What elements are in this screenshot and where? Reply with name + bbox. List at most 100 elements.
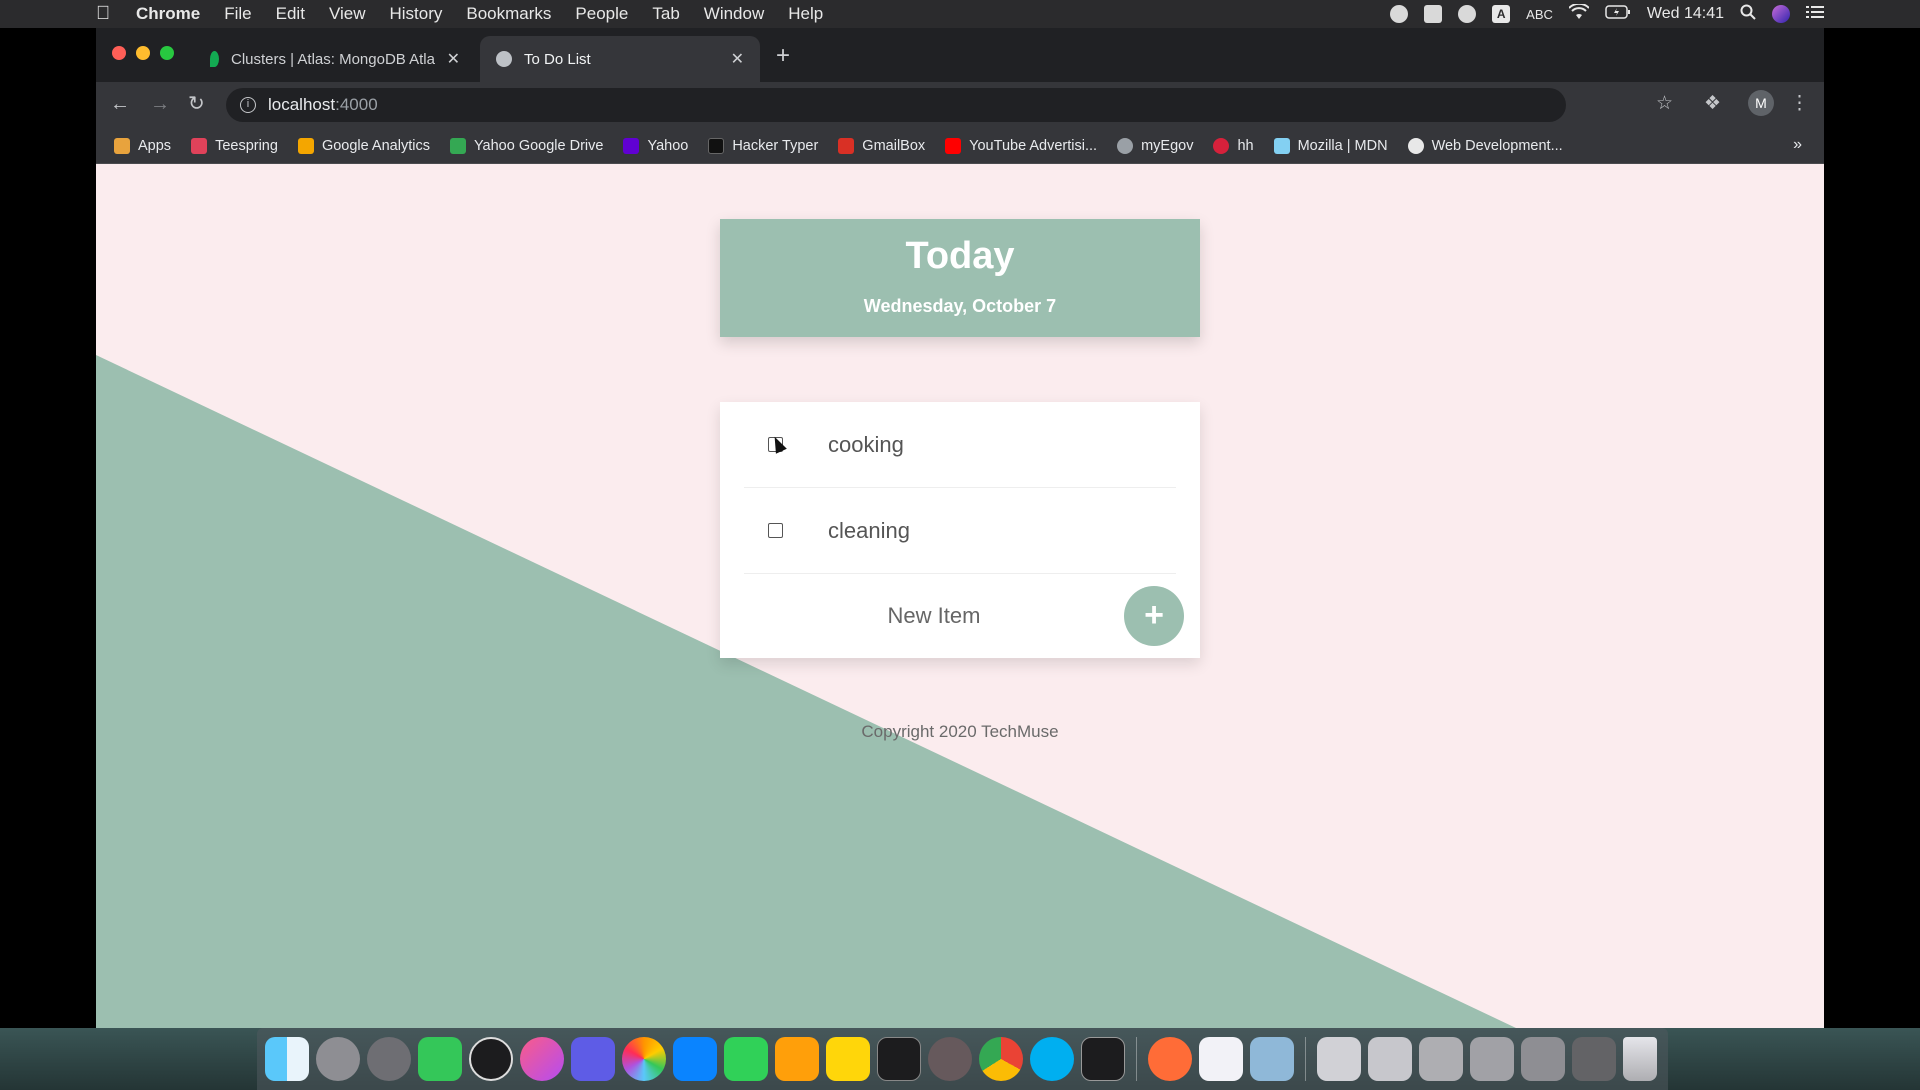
notification-center-icon[interactable]	[1806, 5, 1824, 24]
address-bar[interactable]: i localhost:4000	[226, 88, 1566, 122]
menu-edit[interactable]: Edit	[276, 4, 305, 24]
window-close-button[interactable]	[112, 46, 126, 60]
battery-icon[interactable]	[1605, 4, 1631, 24]
menu-tab[interactable]: Tab	[652, 4, 679, 24]
bookmark-mozilla-mdn[interactable]: Mozilla | MDN	[1273, 137, 1388, 154]
launchpad-icon[interactable]	[316, 1037, 360, 1081]
trash-icon[interactable]	[1623, 1037, 1657, 1081]
spotlight-search-icon[interactable]	[1740, 4, 1756, 25]
tab-mongodb-atlas[interactable]: Clusters | Atlas: MongoDB Atla ✕	[194, 36, 476, 82]
obs-icon[interactable]	[469, 1037, 513, 1081]
obs-status-icon[interactable]	[1390, 5, 1409, 23]
keynote-icon[interactable]	[673, 1037, 717, 1081]
item-checkbox[interactable]	[768, 523, 783, 538]
drive-icon	[449, 137, 466, 154]
item-text: cleaning	[828, 517, 910, 543]
activity-monitor-icon[interactable]	[1081, 1037, 1125, 1081]
tab-close-icon[interactable]: ✕	[447, 49, 460, 69]
tab-close-icon[interactable]: ✕	[731, 49, 744, 69]
bookmark-apps[interactable]: Apps	[114, 137, 172, 154]
bookmark-web-development[interactable]: Web Development...	[1407, 137, 1563, 154]
system-preferences-icon[interactable]	[367, 1037, 411, 1081]
tab-strip: Clusters | Atlas: MongoDB Atla ✕ To Do L…	[96, 28, 1824, 82]
keyboard-input-icon[interactable]: A	[1492, 5, 1511, 23]
window-zoom-button[interactable]	[160, 46, 174, 60]
heading-box: Today Wednesday, October 7	[720, 219, 1200, 337]
desktop-stack-icon[interactable]	[1470, 1037, 1514, 1081]
atom-icon[interactable]	[928, 1037, 972, 1081]
bookmark-youtube-advertising[interactable]: YouTube Advertisi...	[945, 137, 1097, 154]
bookmark-label: Hacker Typer	[732, 137, 819, 154]
tab-to-do-list[interactable]: To Do List ✕	[480, 36, 760, 82]
apps-grid-icon	[114, 137, 130, 154]
menu-file[interactable]: File	[224, 4, 251, 24]
input-source-label[interactable]: ABC	[1526, 7, 1553, 22]
extensions-icon[interactable]: ❖	[1704, 92, 1721, 115]
applications-stack-icon[interactable]	[1572, 1037, 1616, 1081]
itunes-icon[interactable]	[520, 1037, 564, 1081]
menu-window[interactable]: Window	[704, 4, 764, 24]
downloads-stack-icon[interactable]	[1317, 1037, 1361, 1081]
bookmark-gmailbox[interactable]: GmailBox	[838, 137, 925, 154]
menu-people[interactable]: People	[575, 4, 628, 24]
facetime-icon[interactable]	[418, 1037, 462, 1081]
clock-label[interactable]: Wed 14:41	[1647, 5, 1724, 23]
skype-icon[interactable]	[1030, 1037, 1074, 1081]
macos-dock	[257, 1028, 1668, 1090]
menu-bookmarks[interactable]: Bookmarks	[466, 4, 551, 24]
menu-help[interactable]: Help	[788, 4, 823, 24]
menu-view[interactable]: View	[329, 4, 366, 24]
chrome-menu-icon[interactable]: ⋮	[1790, 92, 1809, 115]
terminal-icon[interactable]	[877, 1037, 921, 1081]
list-item: cleaning	[744, 488, 1176, 574]
bookmark-yahoo-google-drive[interactable]: Yahoo Google Drive	[449, 137, 603, 154]
back-button[interactable]: ←	[110, 93, 130, 115]
bookmark-google-analytics[interactable]: Google Analytics	[297, 137, 430, 154]
apple-icon[interactable]: 	[96, 4, 114, 23]
bookmark-teespring[interactable]: Teespring	[191, 137, 278, 154]
preview-icon[interactable]	[1250, 1037, 1294, 1081]
pages-icon[interactable]	[775, 1037, 819, 1081]
bookmark-label: Apps	[138, 137, 172, 154]
siri-icon[interactable]	[1772, 5, 1790, 23]
more-bookmarks-icon[interactable]: »	[1793, 136, 1802, 154]
bookmark-hh[interactable]: hh	[1213, 137, 1254, 154]
wifi-icon[interactable]	[1568, 2, 1590, 25]
bookmark-myegov[interactable]: myEgov	[1117, 137, 1194, 154]
documents-stack-icon[interactable]	[1368, 1037, 1412, 1081]
hh-icon	[1213, 137, 1230, 154]
bookmark-label: myEgov	[1141, 137, 1194, 154]
gmail-icon	[838, 137, 855, 154]
profile-avatar[interactable]: M	[1748, 90, 1774, 116]
bookmark-hacker-typer[interactable]: Hacker Typer	[708, 137, 819, 154]
macos-menu-bar:  Chrome File Edit View History Bookmark…	[0, 0, 1920, 28]
forward-button[interactable]: →	[150, 93, 170, 115]
chrome-window: Clusters | Atlas: MongoDB Atla ✕ To Do L…	[96, 28, 1824, 1028]
window-minimize-button[interactable]	[136, 46, 150, 60]
menu-history[interactable]: History	[389, 4, 442, 24]
new-tab-button[interactable]: +	[776, 44, 790, 68]
folder-stack-icon[interactable]	[1521, 1037, 1565, 1081]
numbers-icon[interactable]	[724, 1037, 768, 1081]
bookmark-label: Yahoo	[647, 137, 689, 154]
bookmark-star-icon[interactable]: ☆	[1656, 92, 1673, 115]
postman-icon[interactable]	[1148, 1037, 1192, 1081]
bookmark-yahoo[interactable]: Yahoo	[623, 137, 689, 154]
imovie-icon[interactable]	[571, 1037, 615, 1081]
reload-button[interactable]: ↻	[188, 93, 205, 115]
menu-app-name[interactable]: Chrome	[136, 4, 200, 24]
notes-icon[interactable]	[826, 1037, 870, 1081]
dock-separator	[1305, 1037, 1306, 1081]
new-item-input[interactable]: New Item	[744, 603, 1124, 629]
photos-icon[interactable]	[622, 1037, 666, 1081]
bookmarks-bar: Apps Teespring Google Analytics Yahoo Go…	[96, 128, 1824, 164]
checkmark-status-icon[interactable]	[1424, 5, 1443, 23]
menu-bar-status: A ABC Wed 14:41	[1390, 0, 1824, 28]
screenshots-stack-icon[interactable]	[1419, 1037, 1463, 1081]
rocket-status-icon[interactable]	[1458, 5, 1477, 23]
finder-icon[interactable]	[265, 1037, 309, 1081]
site-info-icon[interactable]: i	[240, 97, 256, 113]
add-item-button[interactable]: +	[1124, 586, 1184, 646]
chrome-icon[interactable]	[979, 1037, 1023, 1081]
textedit-icon[interactable]	[1199, 1037, 1243, 1081]
